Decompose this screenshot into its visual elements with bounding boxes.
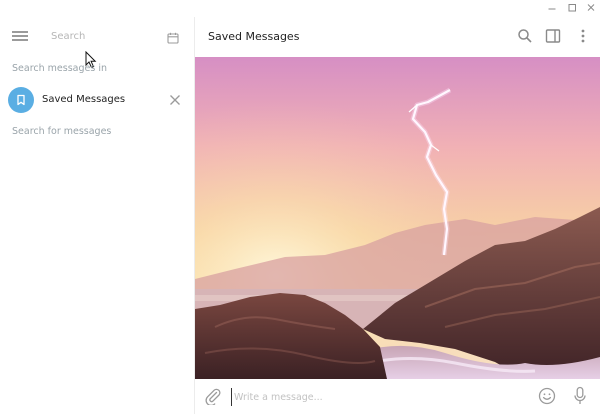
- telegram-window: Search messages in Saved Messages Search…: [0, 0, 600, 414]
- paperclip-icon[interactable]: [204, 387, 222, 406]
- sidebar: Search messages in Saved Messages Search…: [0, 17, 195, 414]
- search-input[interactable]: [44, 26, 154, 46]
- emoji-icon[interactable]: [538, 387, 556, 405]
- microphone-icon[interactable]: [573, 386, 587, 406]
- more-vertical-icon[interactable]: [575, 28, 591, 44]
- hamburger-menu-icon[interactable]: [12, 29, 28, 43]
- sidebar-toggle-icon[interactable]: [545, 28, 561, 44]
- message-composer: [195, 379, 600, 414]
- close-icon[interactable]: [584, 1, 598, 15]
- chat-name: Saved Messages: [42, 94, 126, 105]
- search-icon[interactable]: [517, 28, 533, 44]
- window-titlebar: [0, 0, 600, 17]
- bookmark-icon: [15, 91, 27, 110]
- avatar: [8, 87, 34, 113]
- chat-header: Saved Messages: [195, 17, 600, 57]
- search-for-label: Search for messages: [12, 126, 112, 137]
- message-input[interactable]: [231, 388, 531, 406]
- maximize-icon[interactable]: [565, 1, 579, 15]
- clear-filter-icon[interactable]: [168, 92, 182, 106]
- chat-background-image: [195, 57, 600, 379]
- minimize-icon[interactable]: [545, 1, 559, 15]
- chat-item-saved-messages[interactable]: Saved Messages: [0, 84, 195, 116]
- chat-title[interactable]: Saved Messages: [208, 30, 299, 43]
- search-in-label: Search messages in: [12, 63, 107, 74]
- calendar-icon[interactable]: [167, 29, 179, 44]
- chat-panel: Saved Messages: [195, 17, 600, 414]
